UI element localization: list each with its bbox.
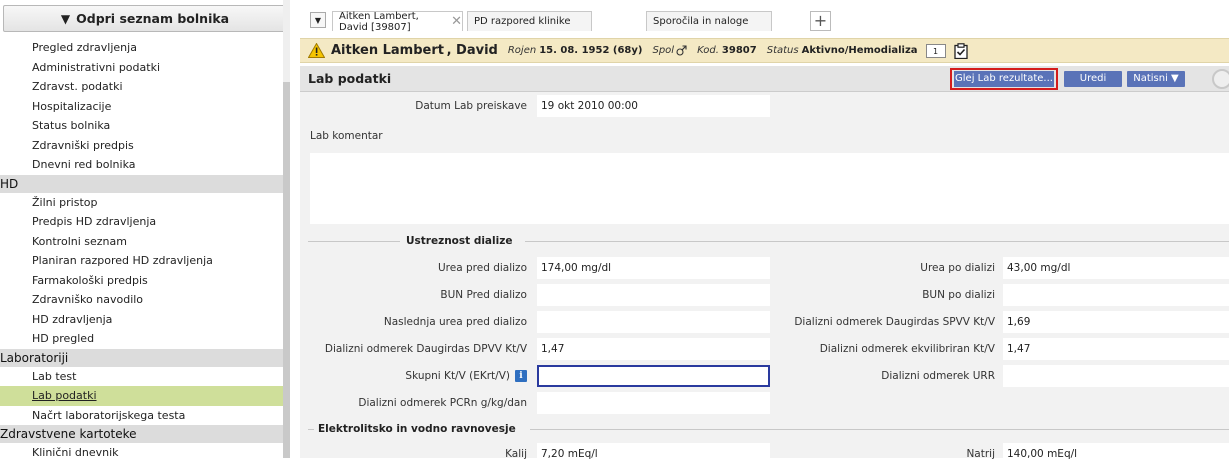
sodium-field[interactable]: 140,00 mEq/l [1003,443,1229,465]
sidebar-item[interactable]: Kontrolni seznam [0,232,290,252]
dialysis-field[interactable] [1003,284,1229,306]
info-icon[interactable]: i [515,370,527,382]
lab-date-label: Datum Lab preiskave [415,100,527,112]
tab-menu-dropdown[interactable]: ▼ [310,12,326,28]
section-divider [308,241,400,242]
clipboard-check-icon[interactable] [953,42,968,59]
dialysis-field[interactable] [537,392,770,414]
dialysis-field[interactable]: 1,47 [537,338,770,360]
patient-name: Aitken Lambert , David [331,43,498,58]
sidebar-group-header: Laboratoriji [0,348,290,367]
male-icon [676,45,687,56]
sidebar-item[interactable]: Status bolnika [0,116,290,136]
sidebar-item[interactable]: Zdravst. podatki [0,77,290,97]
sidebar-item[interactable]: Žilni pristop [0,193,290,213]
sidebar-item[interactable]: Farmakološki predpis [0,271,290,291]
dialysis-field[interactable]: 43,00 mg/dl [1003,257,1229,279]
dialysis-field[interactable]: 1,69 [1003,311,1229,333]
patient-banner: Aitken Lambert , David Rojen 15. 08. 195… [300,38,1229,63]
collapse-panel-button[interactable] [1212,69,1229,89]
total-ktv-field[interactable] [537,365,770,387]
edit-button[interactable]: Uredi [1064,71,1122,87]
status-label: Status [766,45,799,56]
sidebar-item[interactable]: Dnevni red bolnika [0,155,290,175]
open-patient-list-button[interactable]: ▼ Odpri seznam bolnika [3,5,287,32]
lab-data-form: Datum Lab preiskave 19 okt 2010 00:00 La… [300,92,1229,465]
field-label: Urea po dializi [920,262,995,274]
filter-down-icon: ▼ [60,11,71,26]
electrolyte-heading: Elektrolitsko in vodno ravnovesje [318,423,516,435]
sidebar-group-header: HD [0,174,290,193]
tab-label: PD razpored klinike [474,16,571,27]
sidebar-item[interactable]: Pregled zdravljenja [0,38,290,58]
field-label: Natrij [966,448,995,460]
dialysis-field[interactable] [1003,365,1229,387]
tab-label: Aitken Lambert, David [39807] [339,10,419,33]
field-label: Dializni odmerek ekvilibriran Kt/V [819,343,995,355]
potassium-field[interactable]: 7,20 mEq/l [537,443,770,465]
field-label: Skupni Kt/V (EKrt/V) [405,370,510,382]
status-value: Aktivno/Hemodializa [801,45,918,56]
tab-bar: ▼ Aitken Lambert, David [39807] ✕ PD raz… [300,0,1229,38]
field-label: Dializni odmerek URR [881,370,995,382]
dialysis-field[interactable]: 174,00 mg/dl [537,257,770,279]
section-title: Lab podatki [308,71,392,86]
sidebar-item[interactable]: Lab test [0,367,290,387]
open-patient-list-label: Odpri seznam bolnika [76,11,230,26]
dialysis-field[interactable]: 1,47 [1003,338,1229,360]
sidebar-item[interactable]: Administrativni podatki [0,58,290,78]
lab-comment-label: Lab komentar [310,130,383,142]
sidebar-item[interactable]: HD zdravljenja [0,310,290,330]
field-label: Dializni odmerek PCRn g/kg/dan [358,397,527,409]
field-label: BUN po dializi [922,289,995,301]
lab-date-field[interactable]: 19 okt 2010 00:00 [537,95,770,117]
sex-label: Spol [652,45,675,56]
field-label: BUN Pred dializo [440,289,527,301]
field-label: Urea pred dializo [437,262,527,274]
born-label: Rojen [507,45,537,56]
sidebar-item[interactable]: Načrt laboratorijskega testa [0,406,290,426]
view-lab-results-button[interactable]: Glej Lab rezultate... [954,71,1054,87]
field-label: Kalij [505,448,527,460]
sidebar-item[interactable]: Hospitalizacije [0,97,290,117]
sidebar-item[interactable]: Predpis HD zdravljenja [0,212,290,232]
code-label: Kod. [697,45,719,56]
sidebar-item[interactable]: Planiran razpored HD zdravljenja [0,251,290,271]
dialysis-field[interactable] [537,284,770,306]
dialysis-field[interactable] [537,311,770,333]
section-header: Lab podatki Glej Lab rezultate... Uredi … [300,66,1229,92]
close-icon[interactable]: ✕ [451,14,462,29]
sidebar-scrollbar-thumb[interactable] [283,82,290,458]
field-label: Dializni odmerek Daugirdas DPVV Kt/V [324,343,527,355]
section-divider [525,241,1229,242]
tab-pd-schedule[interactable]: PD razpored klinike [467,11,592,31]
sidebar-group-header: Zdravstvene kartoteke [0,425,290,443]
results-button-highlight: Glej Lab rezultate... [950,68,1058,90]
field-label: Dializni odmerek Daugirdas SPVV Kt/V [794,316,995,328]
field-label: Naslednja urea pred dializo [383,316,527,328]
lab-comment-field[interactable] [310,153,1229,224]
code-value: 39807 [721,45,757,56]
sidebar-item[interactable]: Lab podatki [0,386,290,406]
add-tab-button[interactable]: + [810,11,831,31]
tab-patient[interactable]: Aitken Lambert, David [39807] ✕ [332,10,463,33]
sidebar-item[interactable]: Zdravniško navodilo [0,290,290,310]
sidebar-item[interactable]: Zdravniški predpis [0,136,290,156]
dialysis-adequacy-heading: Ustreznost dialize [406,235,513,247]
tab-label: Sporočila in naloge [653,16,749,27]
tab-messages[interactable]: Sporočila in naloge [646,11,772,31]
sidebar-menu: Pregled zdravljenja Administrativni podat… [0,38,290,458]
patient-sidebar: ▼ Odpri seznam bolnika Pregled zdravljen… [0,0,300,458]
sidebar-item[interactable]: HD pregled [0,329,290,349]
born-value: 15. 08. 1952 (68y) [539,45,643,56]
warning-icon [308,43,325,58]
section-divider [308,429,314,430]
print-button[interactable]: Natisni ▼ [1127,71,1185,87]
section-divider [530,429,1229,430]
patient-box-badge[interactable]: 1 [925,43,946,58]
sidebar-item[interactable]: Klinični dnevnik [0,443,290,458]
